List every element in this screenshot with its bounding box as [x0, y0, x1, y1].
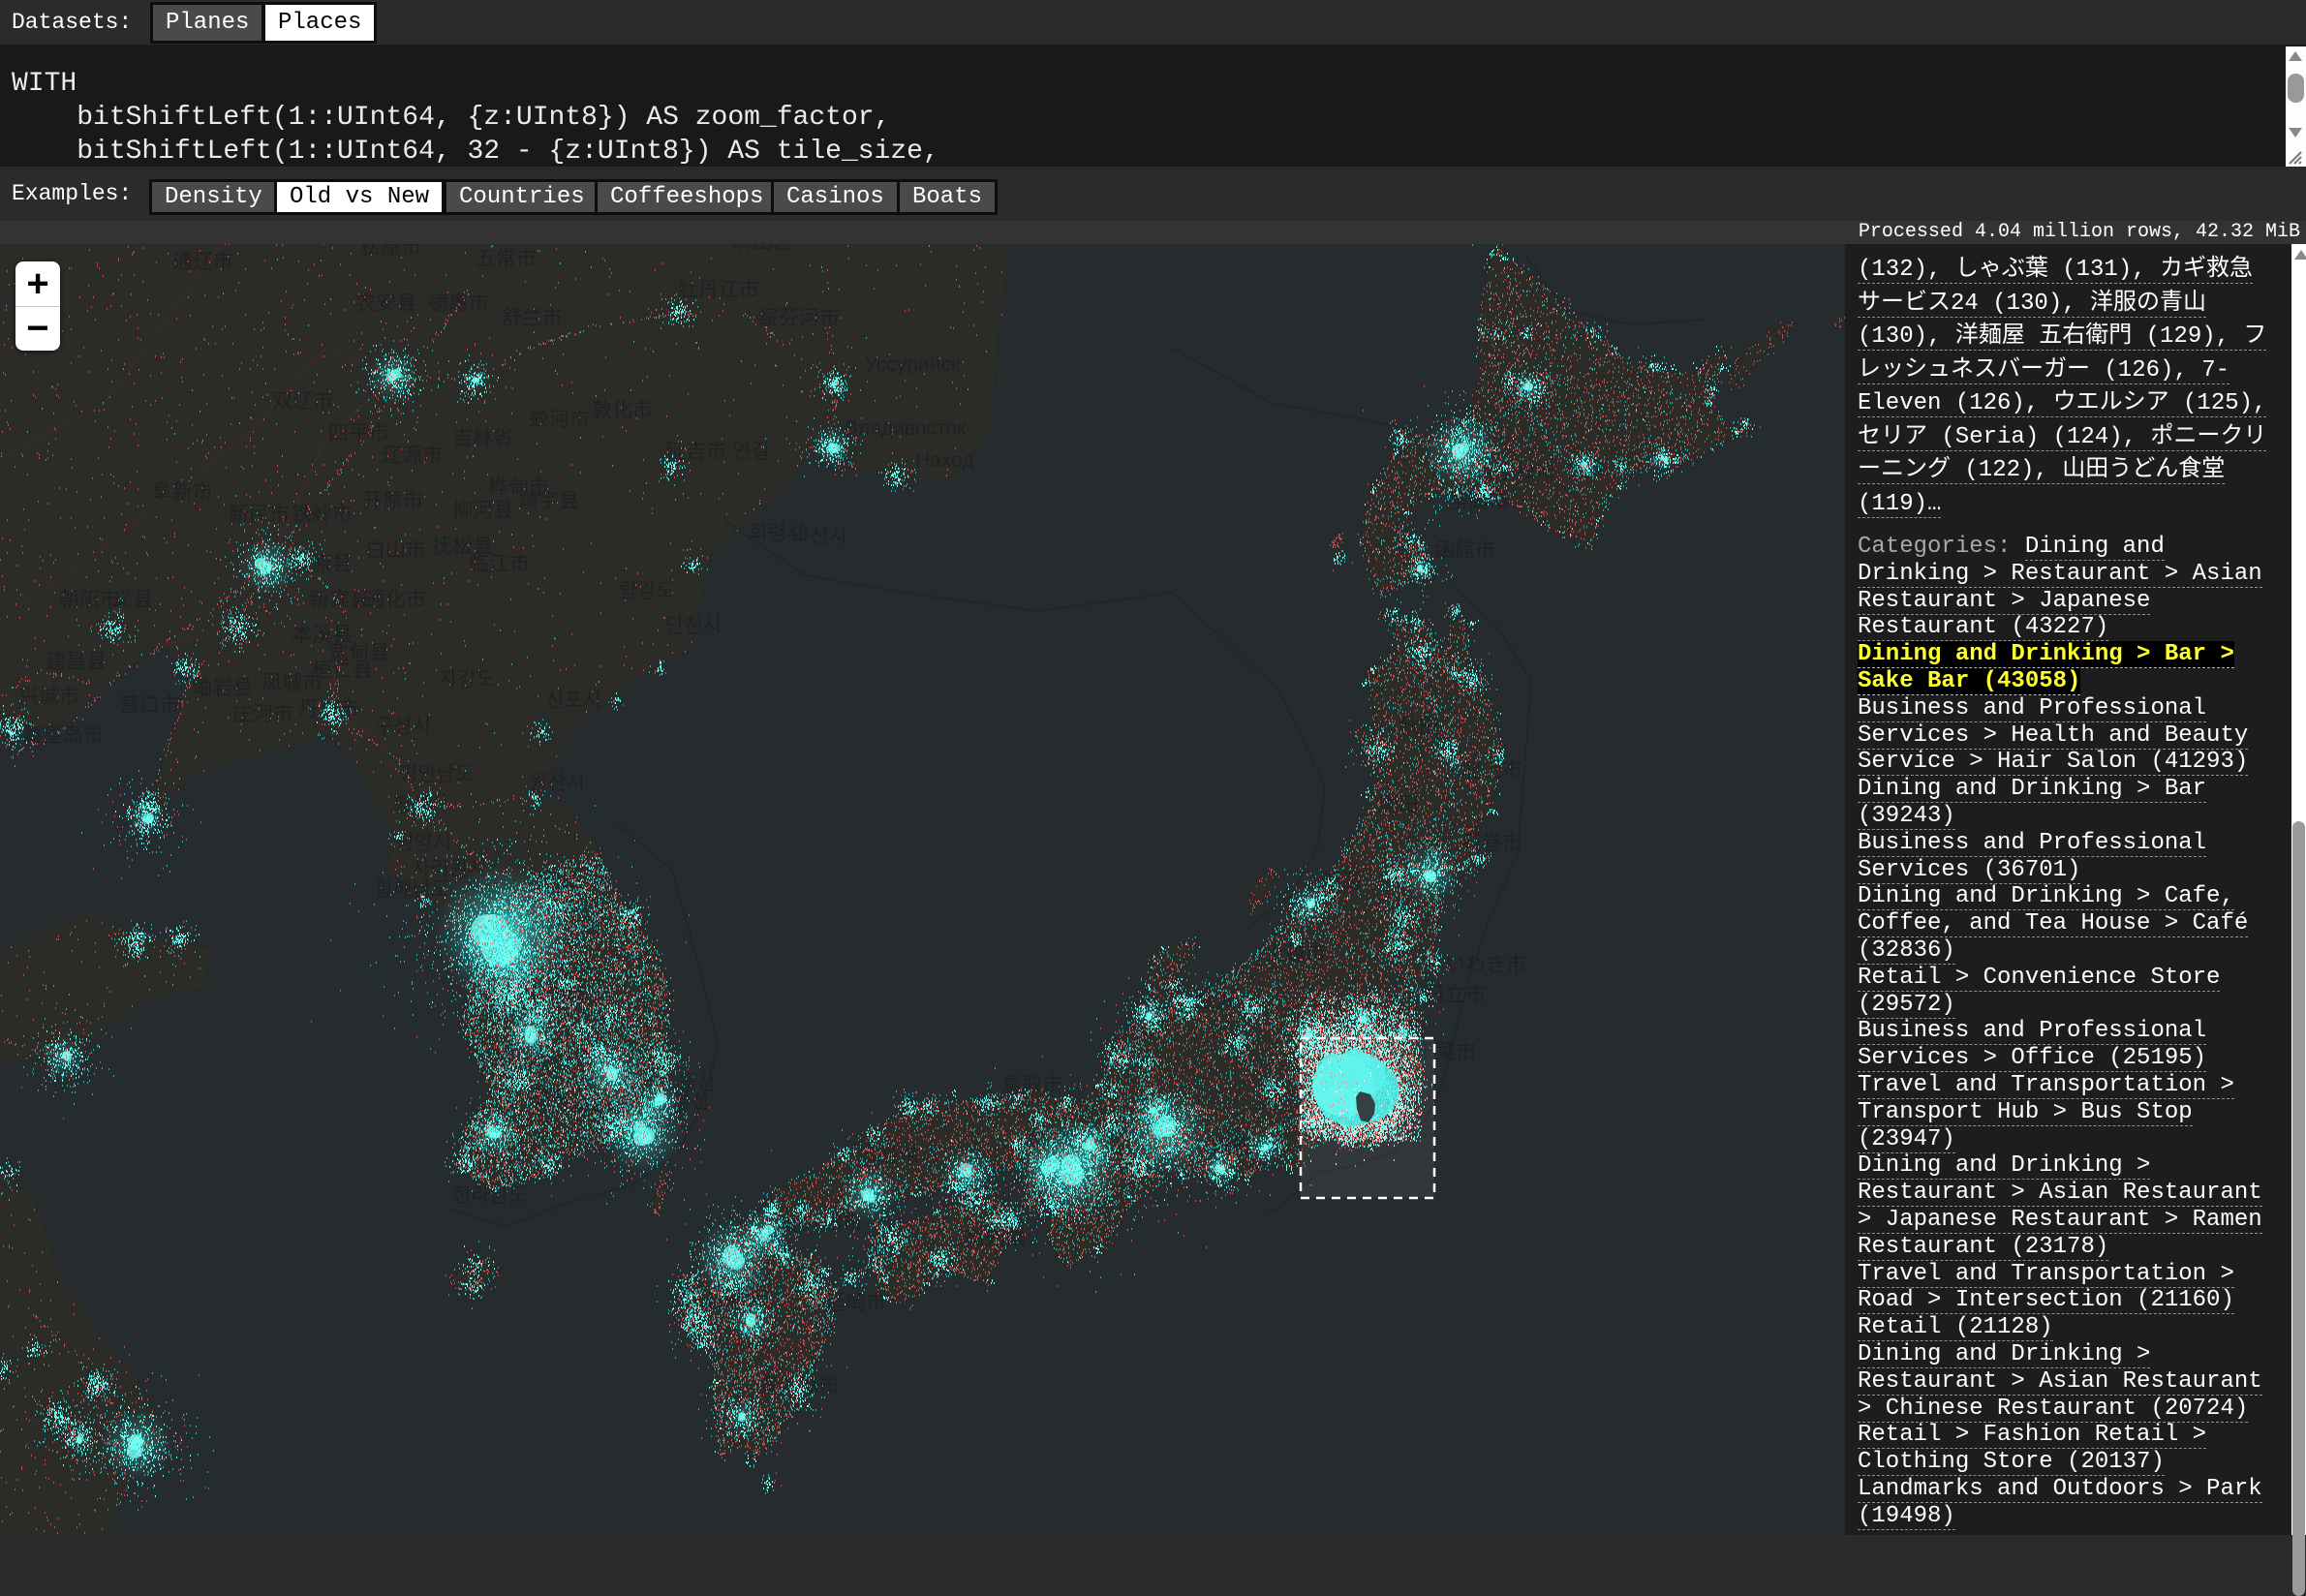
svg-text:通化市: 通化市 [365, 589, 426, 611]
svg-text:新宾县: 新宾县 [309, 589, 370, 611]
svg-text:农安县: 农安县 [355, 292, 416, 315]
svg-text:라선시: 라선시 [791, 526, 847, 548]
svg-text:宽甸县: 宽甸县 [328, 642, 389, 664]
svg-text:いわき市: いわき市 [1445, 954, 1526, 976]
svg-text:营口市: 营口市 [119, 694, 180, 717]
svg-text:敦化市: 敦化市 [592, 399, 653, 421]
svg-text:신포시: 신포시 [545, 690, 601, 712]
svg-text:兴城市: 兴城市 [18, 686, 79, 708]
svg-text:日立市: 日立市 [1425, 984, 1486, 1006]
svg-text:临江市: 临江市 [469, 553, 530, 575]
svg-text:구성시: 구성시 [375, 716, 431, 738]
svg-text:麻山区: 麻山区 [732, 244, 793, 254]
svg-text:단천시: 단천시 [665, 615, 722, 637]
svg-text:庄河市: 庄河市 [232, 703, 293, 725]
svg-text:舒兰市: 舒兰市 [502, 307, 563, 329]
svg-text:通辽市: 通辽市 [172, 251, 233, 273]
svg-text:황해남도: 황해남도 [375, 878, 449, 901]
svg-text:朝阳市: 朝阳市 [59, 589, 120, 611]
svg-text:Уссурийск: Уссурийск [865, 353, 961, 376]
svg-text:자강도: 자강도 [439, 668, 495, 691]
svg-text:北上市: 北上市 [1461, 759, 1522, 782]
svg-text:铁岭市: 铁岭市 [292, 504, 353, 526]
svg-text:Наход: Наход [915, 449, 974, 472]
svg-text:鳥取市: 鳥取市 [1001, 1074, 1062, 1096]
svg-text:新民市: 新民市 [229, 504, 290, 526]
svg-text:新潟: 新潟 [1321, 871, 1362, 893]
svg-text:蛟河市: 蛟河市 [529, 409, 590, 431]
svg-text:吉林省: 吉林省 [452, 427, 513, 449]
svg-text:阜新市: 阜新市 [152, 481, 213, 504]
svg-text:双辽市: 双辽市 [272, 390, 333, 413]
svg-text:岫岩县: 岫岩县 [192, 677, 253, 699]
svg-text:靖宇县: 靖宇县 [518, 490, 579, 512]
svg-text:柳河县: 柳河县 [452, 500, 513, 522]
svg-text:白山市: 白山市 [365, 539, 426, 562]
svg-text:绥芬河市: 绥芬河市 [758, 307, 840, 329]
svg-text:원산시: 원산시 [529, 772, 585, 794]
svg-text:량강도: 량강도 [619, 580, 675, 602]
svg-text:凤城市: 凤城市 [261, 672, 323, 694]
svg-text:五常市: 五常市 [476, 248, 537, 270]
svg-text:延吉市 연길: 延吉市 연길 [665, 441, 769, 463]
svg-text:辽源市: 辽源市 [382, 445, 443, 467]
svg-text:牡丹江市: 牡丹江市 [678, 279, 759, 301]
svg-text:函館市: 函館市 [1434, 539, 1495, 562]
svg-text:Владивосток: Владивосток [845, 417, 967, 440]
svg-text:四平市: 四平市 [328, 422, 389, 445]
svg-text:建昌县: 建昌县 [46, 651, 107, 673]
svg-text:松原市: 松原市 [360, 244, 421, 259]
svg-text:평안남도: 평안남도 [399, 763, 474, 785]
